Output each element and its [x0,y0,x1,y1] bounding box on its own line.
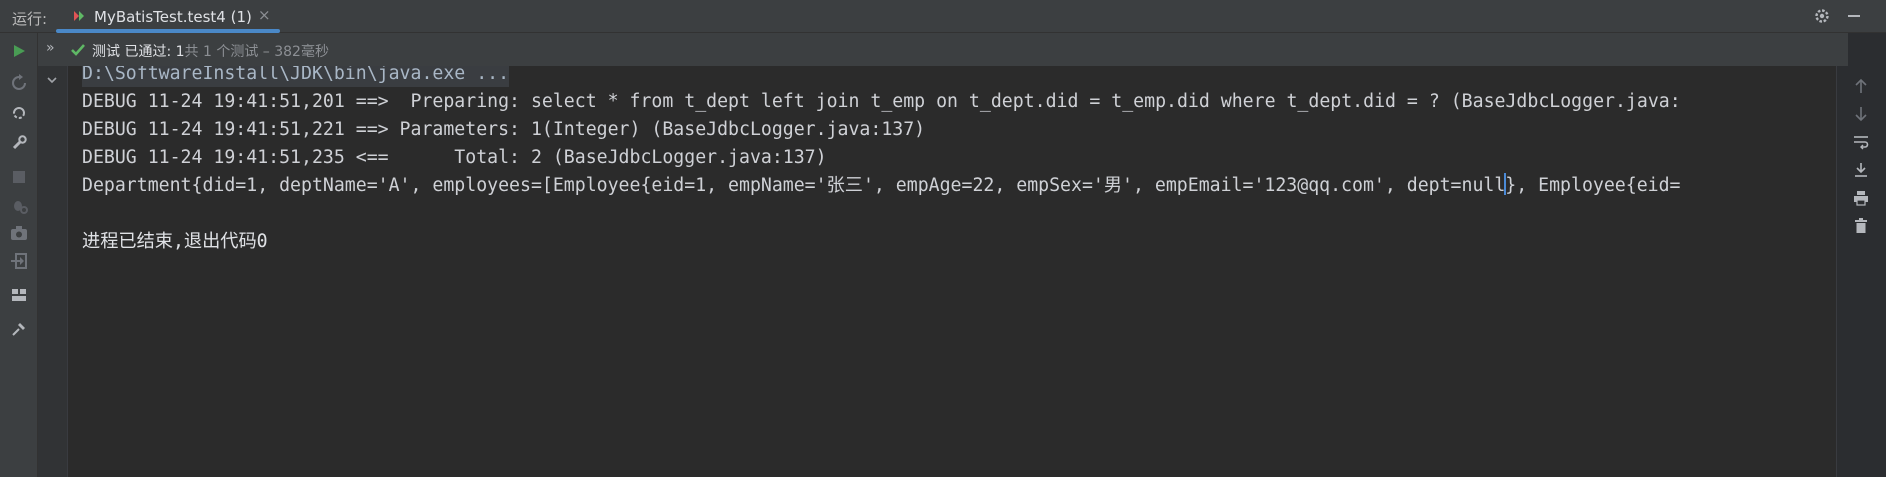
chevron-down-icon[interactable] [46,74,58,88]
console-command-line: D:\SoftwareInstall\JDK\bin\java.exe ... [82,66,510,87]
left-toolbar [0,33,38,477]
console-gutter [38,66,68,477]
console-output-line: Department{did=1, deptName='A', employee… [82,173,1681,199]
scroll-up-icon[interactable] [1851,76,1871,96]
minimize-icon[interactable] [1844,6,1864,26]
right-toolbar [1836,66,1886,477]
scroll-down-icon[interactable] [1851,104,1871,124]
close-icon[interactable]: × [258,6,271,24]
run-tool-window: 运行: MyBatisTest.test4 (1) × » 测试 已通过: 1共… [0,0,1886,477]
test-status-bar: » 测试 已通过: 1共 1 个测试 – 382毫秒 [38,33,1848,66]
wrench-icon[interactable] [9,133,29,153]
console-text-before-caret: Department{did=1, deptName='A', employee… [82,175,1506,196]
tests-passed-text: 测试 已通过: 1 [92,44,185,60]
test-result-summary: 测试 已通过: 1共 1 个测试 – 382毫秒 [92,41,329,61]
toggle-auto-test-icon[interactable] [9,103,29,123]
run-label: 运行: [12,10,48,28]
layout-icon[interactable] [9,285,29,305]
run-tab-bar: 运行: MyBatisTest.test4 (1) × [0,0,1886,33]
soft-wrap-icon[interactable] [1851,132,1871,152]
console-line: DEBUG 11-24 19:41:51,221 ==> Parameters:… [82,119,926,140]
rerun-failed-icon[interactable] [9,73,29,93]
process-exit-message: 进程已结束,退出代码0 [82,231,268,252]
print-icon[interactable] [1851,188,1871,208]
test-run-config-icon [72,8,86,22]
console-line: DEBUG 11-24 19:41:51,201 ==> Preparing: … [82,91,1681,112]
console-line: DEBUG 11-24 19:41:51,235 <== Total: 2 (B… [82,147,827,168]
camera-icon[interactable] [9,223,29,243]
stop-icon[interactable] [9,167,29,187]
run-icon[interactable] [9,41,29,61]
expand-tests-icon[interactable]: » [46,40,55,56]
tests-detail-text: 共 1 个测试 – 382毫秒 [184,44,329,60]
console-text-after-caret: }, Employee{eid= [1505,175,1681,196]
exit-icon[interactable] [9,251,29,271]
debug-settings-icon[interactable] [9,195,29,215]
console-output[interactable]: D:\SoftwareInstall\JDK\bin\java.exe ... … [68,66,1836,477]
tab-title: MyBatisTest.test4 (1) [94,8,252,26]
pin-icon[interactable] [9,319,29,339]
gear-icon[interactable] [1812,6,1832,26]
scroll-to-end-icon[interactable] [1851,160,1871,180]
trash-icon[interactable] [1851,216,1871,236]
check-icon [70,42,86,56]
tab-mybatistest-test4[interactable]: MyBatisTest.test4 (1) × [56,0,280,33]
